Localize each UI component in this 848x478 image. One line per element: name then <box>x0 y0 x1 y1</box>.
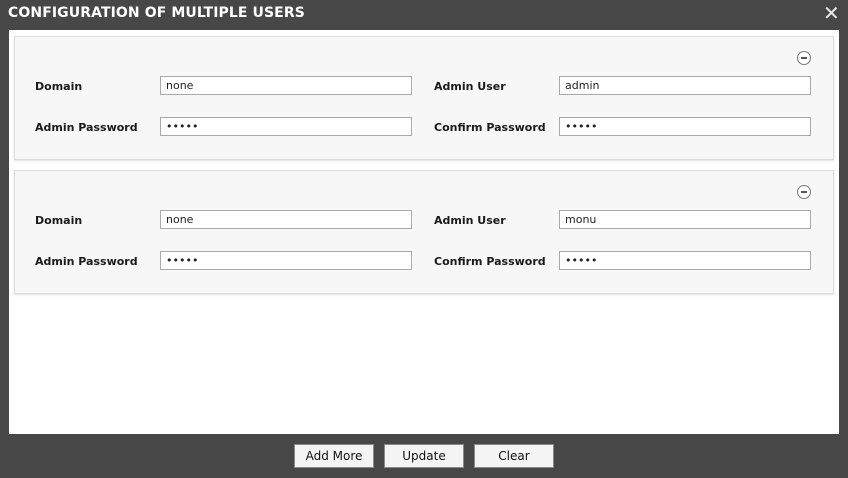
minus-circle-icon[interactable] <box>797 51 811 65</box>
admin-password-label: Admin Password <box>35 121 138 134</box>
confirm-password-field[interactable] <box>559 251 811 270</box>
admin-user-label: Admin User <box>434 214 506 227</box>
user-card: Domain Admin User Admin Password Confirm… <box>14 36 834 160</box>
confirm-password-field[interactable] <box>559 117 811 136</box>
dialog-title: CONFIGURATION OF MULTIPLE USERS <box>8 5 305 21</box>
admin-user-label: Admin User <box>434 80 506 93</box>
domain-label: Domain <box>35 214 83 227</box>
confirm-password-label: Confirm Password <box>434 255 546 268</box>
dialog-footer: Add More Update Clear <box>0 434 848 478</box>
domain-field[interactable] <box>160 210 412 229</box>
add-more-button[interactable]: Add More <box>294 444 374 468</box>
admin-password-label: Admin Password <box>35 255 138 268</box>
clear-button[interactable]: Clear <box>474 444 554 468</box>
admin-user-field[interactable] <box>559 210 811 229</box>
config-dialog: CONFIGURATION OF MULTIPLE USERS ✕ Domain… <box>0 0 848 478</box>
user-card: Domain Admin User Admin Password Confirm… <box>14 170 834 294</box>
users-panel: Domain Admin User Admin Password Confirm… <box>9 30 839 434</box>
domain-field[interactable] <box>160 76 412 95</box>
minus-circle-icon[interactable] <box>797 185 811 199</box>
close-icon[interactable]: ✕ <box>823 3 840 23</box>
domain-label: Domain <box>35 80 83 93</box>
admin-password-field[interactable] <box>160 251 412 270</box>
dialog-titlebar: CONFIGURATION OF MULTIPLE USERS ✕ <box>0 0 848 28</box>
update-button[interactable]: Update <box>384 444 464 468</box>
admin-password-field[interactable] <box>160 117 412 136</box>
confirm-password-label: Confirm Password <box>434 121 546 134</box>
admin-user-field[interactable] <box>559 76 811 95</box>
